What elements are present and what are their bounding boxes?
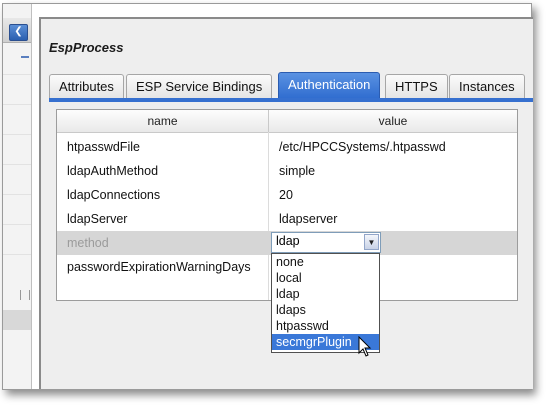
option-ldaps[interactable]: ldaps xyxy=(272,302,379,318)
option-ldap[interactable]: ldap xyxy=(272,286,379,302)
method-select[interactable]: ldap ▼ xyxy=(271,232,381,253)
row-value[interactable]: /etc/HPCCSystems/.htpasswd xyxy=(279,135,446,159)
left-panel: ❮ xyxy=(3,4,32,389)
tree-marker xyxy=(21,56,29,64)
method-select-value: ldap xyxy=(276,234,300,248)
row-name: method xyxy=(67,236,109,250)
tab-authentication[interactable]: Authentication xyxy=(278,72,381,99)
divider xyxy=(3,254,31,255)
tab-esp-service-bindings[interactable]: ESP Service Bindings xyxy=(126,74,273,99)
row-name: ldapServer xyxy=(67,212,128,226)
table-row[interactable]: ldapServer ldapserver xyxy=(57,207,517,231)
divider xyxy=(3,224,31,225)
screenshot-frame: ❮ EspProcess Attributes ESP Service Bind… xyxy=(2,3,533,390)
tab-https[interactable]: HTTPS xyxy=(385,74,448,99)
row-name: passwordExpirationWarningDays xyxy=(67,260,251,274)
column-header-name[interactable]: name xyxy=(57,110,269,133)
divider xyxy=(3,104,31,105)
row-name: htpasswdFile xyxy=(67,140,140,154)
row-value[interactable]: ldapserver xyxy=(279,207,337,231)
divider xyxy=(3,74,31,75)
scrollbar-grip[interactable] xyxy=(20,290,30,300)
option-none[interactable]: none xyxy=(272,254,379,270)
option-htpasswd[interactable]: htpasswd xyxy=(272,318,379,334)
tab-underline xyxy=(49,98,533,102)
tab-attributes[interactable]: Attributes xyxy=(49,74,124,99)
selected-tree-row[interactable] xyxy=(3,310,31,330)
row-value[interactable]: simple xyxy=(279,159,315,183)
row-value[interactable]: 20 xyxy=(279,183,293,207)
divider xyxy=(3,164,31,165)
page-title: EspProcess xyxy=(49,40,124,55)
divider xyxy=(3,194,31,195)
row-name: ldapConnections xyxy=(67,188,161,202)
chevron-down-icon[interactable]: ▼ xyxy=(364,234,379,250)
table-row[interactable]: ldapAuthMethod simple xyxy=(57,159,517,183)
tab-instances[interactable]: Instances xyxy=(449,74,525,99)
row-name: ldapAuthMethod xyxy=(67,164,159,178)
chevron-left-icon[interactable]: ❮ xyxy=(9,24,28,41)
column-header-value[interactable]: value xyxy=(269,110,517,133)
option-local[interactable]: local xyxy=(272,270,379,286)
divider xyxy=(3,134,31,135)
table-row[interactable]: htpasswdFile /etc/HPCCSystems/.htpasswd xyxy=(57,135,517,159)
table-row[interactable]: ldapConnections 20 xyxy=(57,183,517,207)
mouse-pointer-icon xyxy=(358,336,372,357)
